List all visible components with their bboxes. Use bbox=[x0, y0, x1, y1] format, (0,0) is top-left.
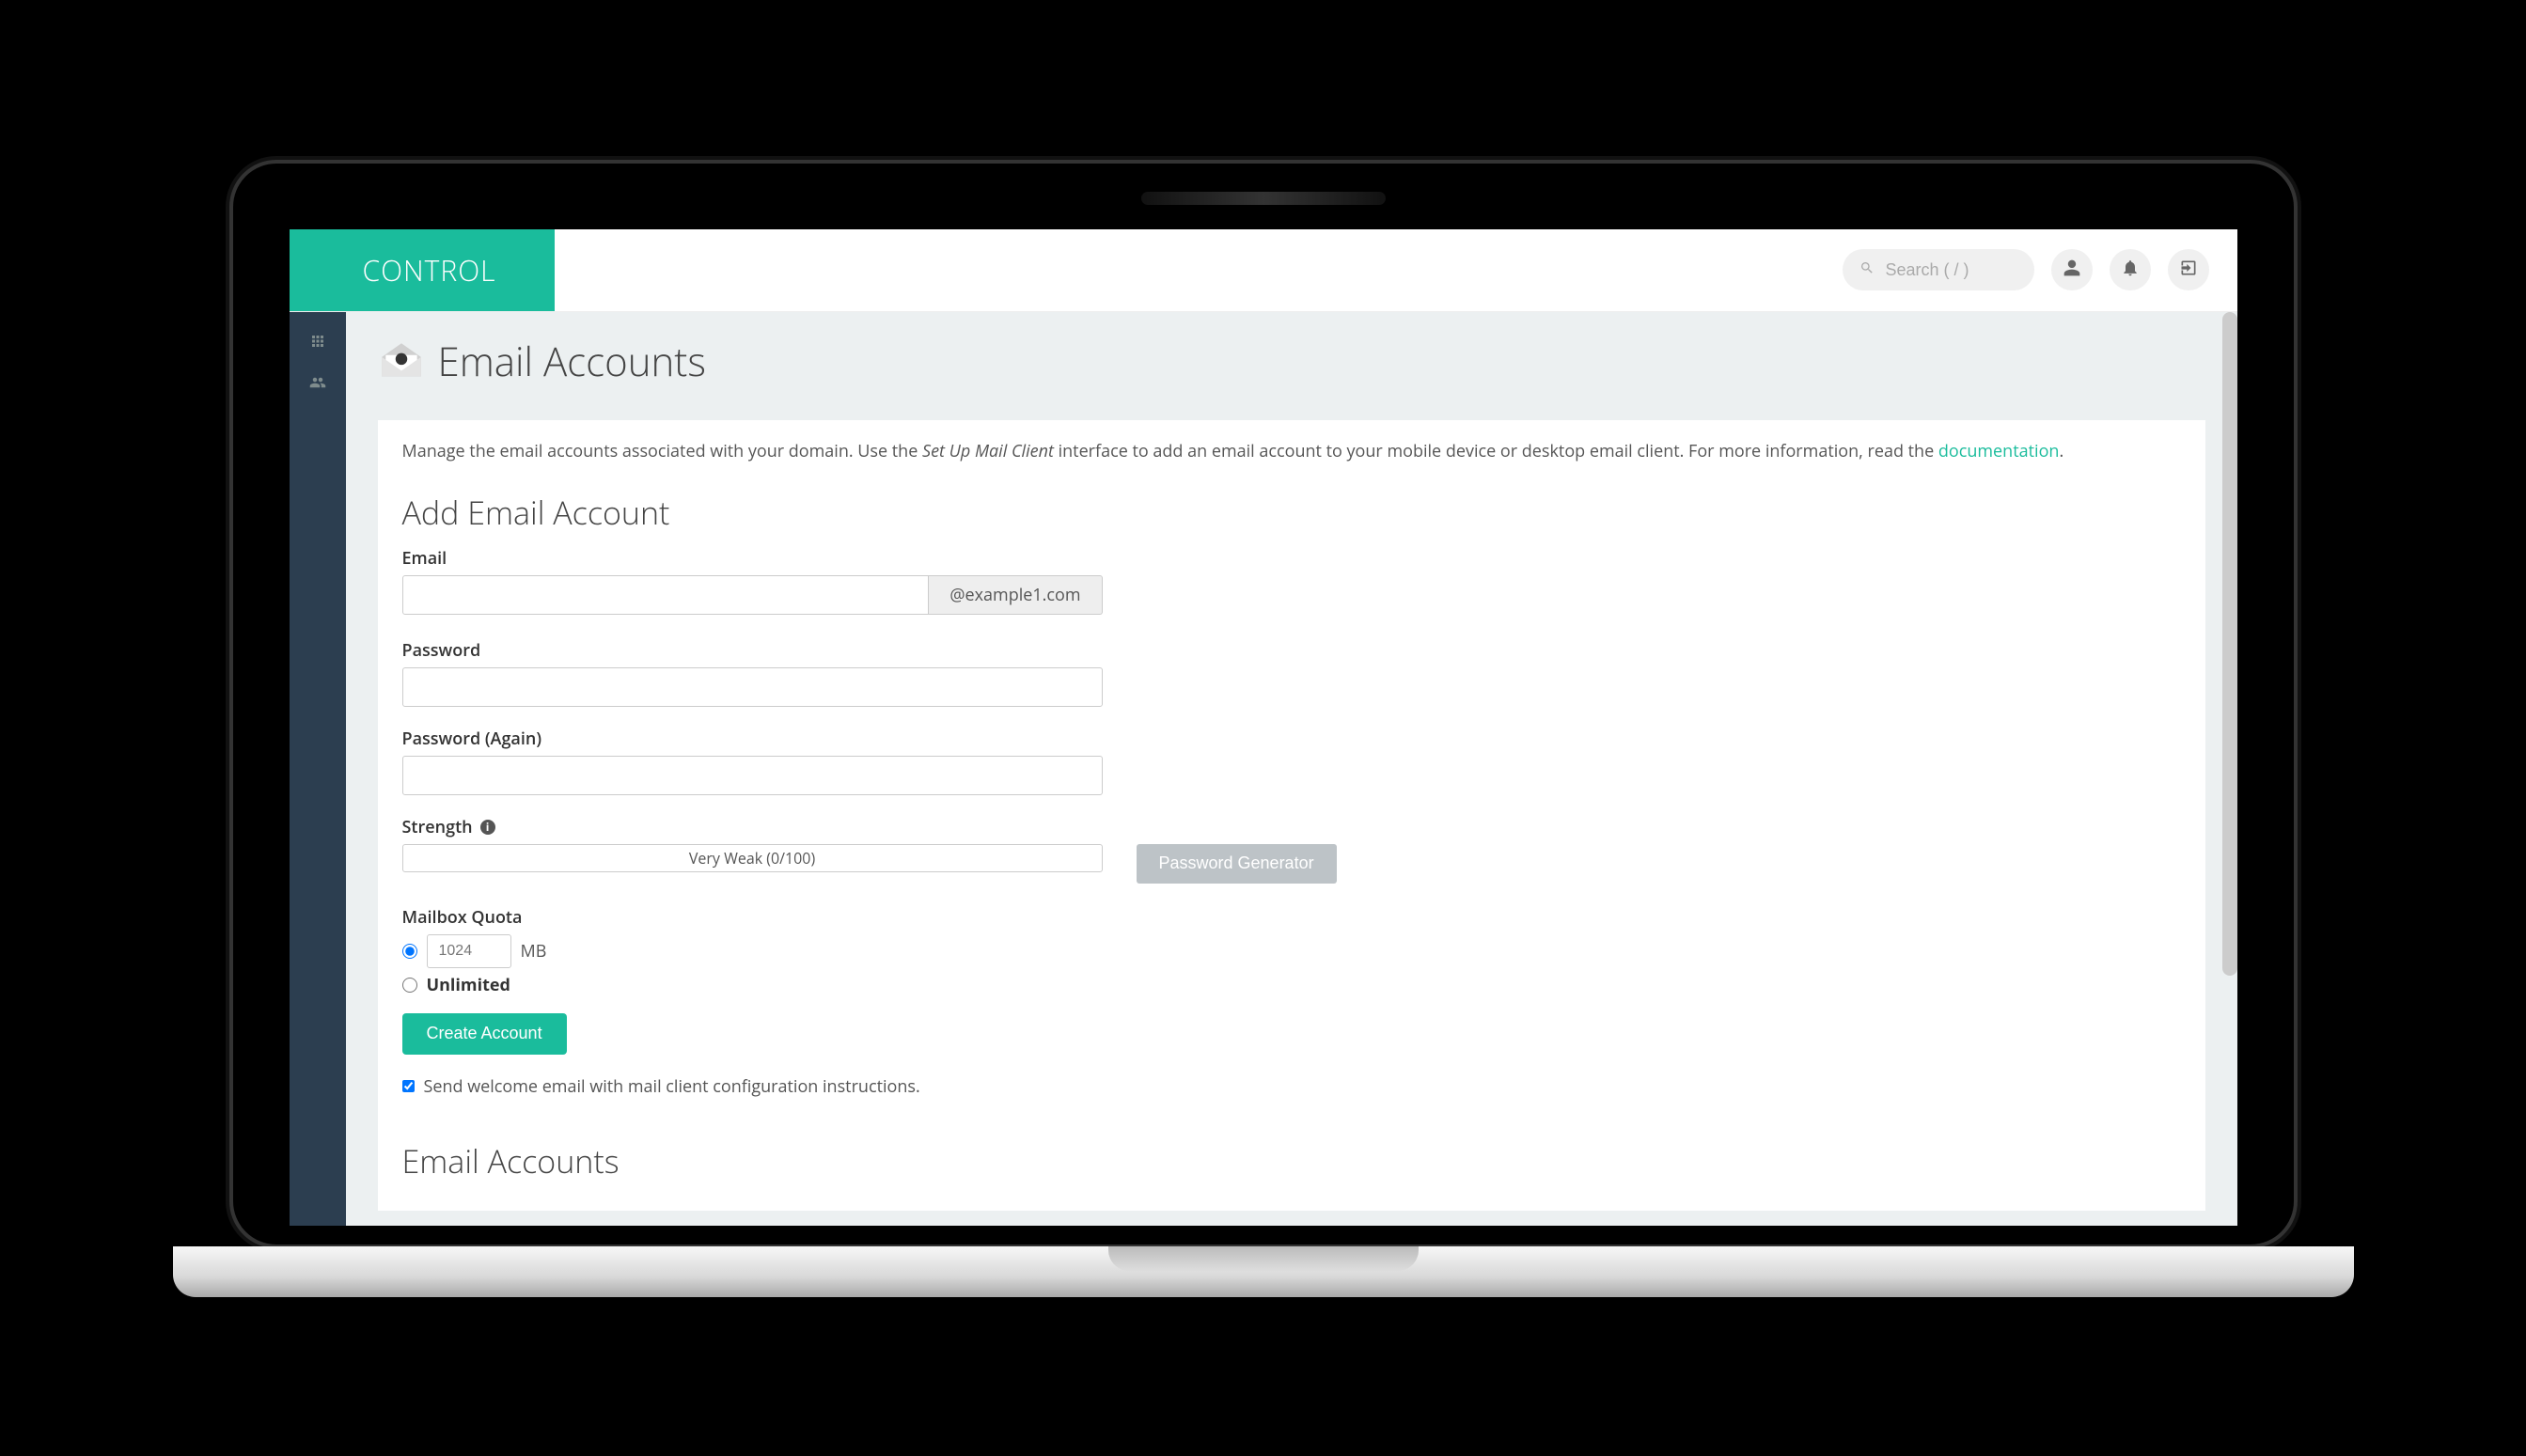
user-icon bbox=[2063, 258, 2081, 282]
quota-unlimited-radio[interactable] bbox=[402, 978, 417, 993]
top-bar: CONTROL bbox=[290, 229, 2237, 312]
quota-unlimited-row: Unlimited bbox=[402, 974, 2181, 996]
email-accounts-icon bbox=[378, 337, 425, 384]
topbar-right bbox=[1843, 249, 2237, 290]
welcome-email-label: Send welcome email with mail client conf… bbox=[424, 1075, 920, 1098]
quota-custom-radio[interactable] bbox=[402, 944, 417, 959]
nav-users-icon[interactable] bbox=[309, 374, 326, 391]
page-title: Email Accounts bbox=[438, 335, 706, 388]
laptop-bezel: CONTROL bbox=[229, 160, 2298, 1248]
create-account-button[interactable]: Create Account bbox=[402, 1013, 567, 1055]
email-input[interactable] bbox=[402, 575, 930, 615]
brand-logo[interactable]: CONTROL bbox=[290, 229, 555, 312]
email-field-row: Email @example1.com bbox=[402, 547, 2181, 615]
nav-grid-icon[interactable] bbox=[309, 333, 326, 350]
quota-input[interactable] bbox=[427, 934, 511, 968]
password-label: Password bbox=[402, 639, 2181, 662]
strength-label-text: Strength bbox=[402, 816, 473, 838]
bell-icon bbox=[2121, 258, 2140, 282]
notifications-button[interactable] bbox=[2110, 249, 2151, 290]
email-domain-addon[interactable]: @example1.com bbox=[929, 575, 1102, 615]
laptop-base bbox=[173, 1246, 2354, 1297]
logout-button[interactable] bbox=[2168, 249, 2209, 290]
email-input-group: @example1.com bbox=[402, 575, 1103, 615]
content-area: Email Accounts Manage the email accounts… bbox=[346, 312, 2237, 1226]
intro-em: Set Up Mail Client bbox=[922, 440, 1054, 462]
app-screen: CONTROL bbox=[290, 229, 2237, 1226]
quota-label: Mailbox Quota bbox=[402, 906, 2181, 929]
quota-field-row: Mailbox Quota MB Unlimited bbox=[402, 906, 2181, 996]
welcome-email-checkbox[interactable] bbox=[402, 1080, 415, 1092]
password-field-row: Password bbox=[402, 639, 2181, 707]
strength-label: Strength i bbox=[402, 816, 2181, 838]
intro-after: interface to add an email account to you… bbox=[1054, 440, 1938, 462]
strength-meter: Very Weak (0/100) bbox=[402, 844, 1103, 872]
email-label: Email bbox=[402, 547, 2181, 570]
logout-icon bbox=[2179, 258, 2198, 282]
search-input[interactable] bbox=[1886, 260, 2017, 280]
welcome-email-row: Send welcome email with mail client conf… bbox=[402, 1075, 2181, 1098]
strength-field-row: Strength i Very Weak (0/100) Password Ge… bbox=[402, 816, 2181, 884]
info-icon[interactable]: i bbox=[480, 820, 495, 835]
search-icon bbox=[1859, 259, 1875, 280]
documentation-link[interactable]: documentation bbox=[1938, 440, 2060, 462]
password-generator-button[interactable]: Password Generator bbox=[1137, 844, 1337, 884]
password-input[interactable] bbox=[402, 667, 1103, 707]
user-button[interactable] bbox=[2051, 249, 2093, 290]
email-accounts-section-title: Email Accounts bbox=[402, 1139, 2181, 1182]
add-email-account-title: Add Email Account bbox=[402, 491, 2181, 534]
quota-unit: MB bbox=[521, 940, 547, 963]
password-again-field-row: Password (Again) bbox=[402, 728, 2181, 795]
quota-custom-row: MB bbox=[402, 934, 2181, 968]
main-card: Manage the email accounts associated wit… bbox=[378, 420, 2205, 1211]
sidebar bbox=[290, 312, 346, 1226]
intro-before: Manage the email accounts associated wit… bbox=[402, 440, 923, 462]
scrollbar[interactable] bbox=[2222, 312, 2237, 976]
intro-period: . bbox=[2059, 440, 2063, 462]
quota-unlimited-label: Unlimited bbox=[427, 974, 510, 996]
password-again-label: Password (Again) bbox=[402, 728, 2181, 750]
password-again-input[interactable] bbox=[402, 756, 1103, 795]
intro-text: Manage the email accounts associated wit… bbox=[402, 439, 2181, 464]
page-header: Email Accounts bbox=[346, 312, 2237, 420]
body: Email Accounts Manage the email accounts… bbox=[290, 312, 2237, 1226]
strength-row: Very Weak (0/100) Password Generator bbox=[402, 844, 2181, 884]
search-wrap[interactable] bbox=[1843, 249, 2034, 290]
